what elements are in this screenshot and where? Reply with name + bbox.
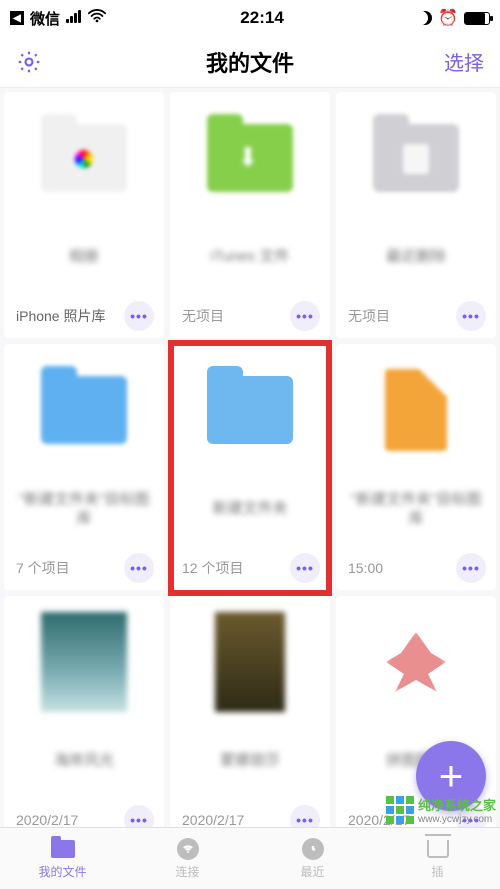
- thumbnail: [178, 606, 322, 718]
- more-button[interactable]: •••: [124, 553, 154, 583]
- status-left: ◀ 微信: [10, 8, 106, 29]
- image-thumb: [41, 612, 127, 712]
- folder-icon: [41, 376, 127, 444]
- file-card[interactable]: "新建文件夹"目标图库 7 个项目 •••: [4, 344, 164, 590]
- thumbnail: ⬇: [178, 102, 322, 214]
- file-sub: 2020/2/17: [16, 812, 78, 828]
- file-name: 相册: [69, 247, 99, 267]
- header: 我的文件 选择: [0, 36, 500, 88]
- tab-recent[interactable]: 最近: [250, 828, 375, 889]
- select-button[interactable]: 选择: [444, 47, 484, 76]
- file-sub: 15:00: [348, 560, 383, 576]
- tab-label: 最近: [300, 863, 324, 880]
- wifi-circle-icon: [175, 838, 201, 860]
- color-wheel-icon: [75, 150, 93, 168]
- wifi-icon: [88, 9, 106, 27]
- file-card[interactable]: ⬇ iTunes 文件 无项目 •••: [170, 92, 330, 338]
- file-card[interactable]: "新建文件夹"目标图库 15:00 •••: [336, 344, 496, 590]
- file-name: "新建文件夹"目标图库: [350, 490, 482, 529]
- dnd-icon: [418, 11, 432, 25]
- thumbnail: [178, 354, 322, 466]
- tab-files[interactable]: 我的文件: [0, 828, 125, 889]
- file-name: 海岸风光: [54, 751, 114, 771]
- file-name: 新建文件夹: [212, 499, 287, 519]
- carrier-label: 微信: [30, 8, 60, 29]
- status-right: ⏰: [418, 8, 490, 28]
- alarm-icon: ⏰: [438, 8, 458, 28]
- image-thumb: [215, 612, 285, 712]
- thumbnail: [344, 606, 488, 718]
- download-icon: ⬇: [237, 142, 259, 173]
- tab-label: 我的文件: [38, 863, 86, 880]
- clock: 22:14: [240, 8, 283, 28]
- plus-icon: +: [439, 755, 464, 797]
- file-card[interactable]: 相册 iPhone 照片库 •••: [4, 92, 164, 338]
- tab-bar: 我的文件 连接 最近 插: [0, 827, 500, 889]
- signal-icon: [66, 10, 82, 27]
- file-name: iTunes 文件: [211, 247, 290, 267]
- file-name: 蒙娜丽莎: [220, 751, 280, 771]
- tab-label: 连接: [175, 863, 199, 880]
- file-card[interactable]: 新建文件夹 12 个项目 •••: [170, 344, 330, 590]
- page-title: 我的文件: [0, 46, 500, 78]
- more-button[interactable]: •••: [290, 553, 320, 583]
- clock-icon: [300, 838, 326, 860]
- status-bar: ◀ 微信 22:14 ⏰: [0, 0, 500, 36]
- thumbnail: [12, 606, 156, 718]
- watermark: 纯净系统之家 www.ycwjzy.com: [386, 793, 496, 827]
- back-app-icon[interactable]: ◀: [10, 11, 24, 25]
- more-button[interactable]: •••: [124, 301, 154, 331]
- file-name: 最近删除: [386, 247, 446, 267]
- file-card[interactable]: 海岸风光 2020/2/17 •••: [4, 596, 164, 842]
- more-button[interactable]: •••: [456, 553, 486, 583]
- file-sub: 7 个项目: [16, 558, 70, 578]
- thumbnail: [344, 354, 488, 466]
- folder-icon: [41, 124, 127, 192]
- file-grid: 相册 iPhone 照片库 ••• ⬇ iTunes 文件 无项目 ••• 最近…: [0, 88, 500, 846]
- watermark-url: www.ycwjzy.com: [418, 814, 496, 825]
- thumbnail: [12, 354, 156, 466]
- tab-connect[interactable]: 连接: [125, 828, 250, 889]
- file-sub: 2020/2/17: [182, 812, 244, 828]
- settings-button[interactable]: [16, 49, 42, 75]
- file-sub: 无项目: [182, 306, 224, 326]
- thumbnail: [344, 102, 488, 214]
- document-icon: [385, 369, 447, 451]
- file-card[interactable]: 最近删除 无项目 •••: [336, 92, 496, 338]
- battery-icon: [464, 12, 490, 25]
- folder-icon: ⬇: [207, 124, 293, 192]
- file-sub: 无项目: [348, 306, 390, 326]
- more-button[interactable]: •••: [456, 301, 486, 331]
- thumbnail: [12, 102, 156, 214]
- cart-icon: [425, 838, 451, 860]
- tab-label: 插: [431, 863, 443, 880]
- file-name: "新建文件夹"目标图库: [18, 490, 150, 529]
- more-button[interactable]: •••: [290, 301, 320, 331]
- folder-icon: [50, 838, 76, 860]
- watermark-logo-icon: [386, 796, 414, 824]
- lock-icon: [403, 144, 429, 174]
- folder-icon: [373, 124, 459, 192]
- file-caption: iPhone 照片库: [16, 306, 105, 326]
- folder-icon: [207, 376, 293, 444]
- puzzle-icon: [386, 632, 446, 692]
- tab-plugins[interactable]: 插: [375, 828, 500, 889]
- file-sub: 12 个项目: [182, 558, 243, 578]
- watermark-text: 纯净系统之家: [418, 798, 496, 813]
- file-card[interactable]: 蒙娜丽莎 2020/2/17 •••: [170, 596, 330, 842]
